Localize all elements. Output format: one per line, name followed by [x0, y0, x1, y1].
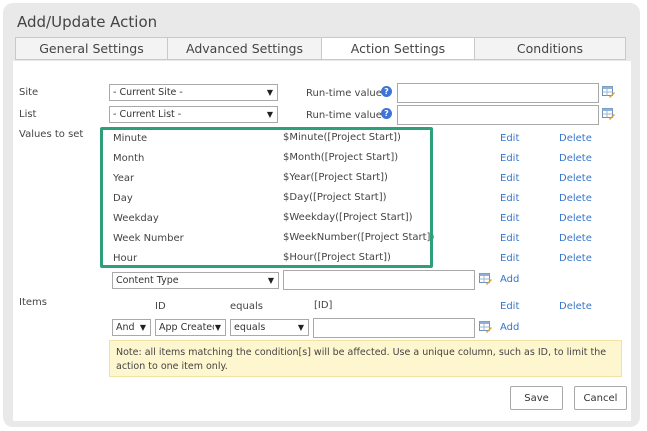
- delete-link[interactable]: Delete: [559, 173, 592, 184]
- join-select[interactable]: And ▼: [112, 319, 151, 336]
- list-label: List: [19, 109, 37, 120]
- operator-select-value: equals: [234, 322, 266, 333]
- table-picker-icon[interactable]: [479, 321, 492, 333]
- dialog-title: Add/Update Action: [17, 13, 158, 31]
- delete-link[interactable]: Delete: [559, 213, 592, 224]
- item-field-select-value: App Created: [159, 322, 219, 333]
- tab-action-settings[interactable]: Action Settings: [321, 37, 475, 60]
- operator-select[interactable]: equals ▼: [230, 319, 309, 336]
- item-condition-operator: equals: [230, 301, 263, 312]
- cancel-button[interactable]: Cancel: [574, 386, 627, 410]
- table-picker-icon[interactable]: [602, 86, 615, 98]
- dropdown-arrow-icon: ▼: [266, 88, 273, 97]
- add-condition-link[interactable]: Add: [500, 322, 519, 333]
- delete-link[interactable]: Delete: [559, 133, 592, 144]
- site-select[interactable]: - Current Site - ▼: [109, 84, 278, 101]
- join-select-value: And: [116, 322, 135, 333]
- values-to-set-label: Values to set: [19, 129, 84, 140]
- list-select-value: - Current List -: [113, 109, 182, 120]
- dropdown-arrow-icon: ▼: [267, 276, 274, 285]
- highlight-box: [100, 127, 433, 268]
- edit-link[interactable]: Edit: [500, 133, 519, 144]
- list-runtime-label: Run-time value: [306, 110, 382, 121]
- tab-general-settings[interactable]: General Settings: [15, 37, 168, 60]
- edit-link[interactable]: Edit: [500, 193, 519, 204]
- delete-link[interactable]: Delete: [559, 153, 592, 164]
- dropdown-arrow-icon: ▼: [297, 323, 304, 332]
- delete-link[interactable]: Delete: [559, 193, 592, 204]
- edit-link[interactable]: Edit: [500, 253, 519, 264]
- new-field-select[interactable]: Content Type ▼: [112, 272, 279, 289]
- dropdown-arrow-icon: ▼: [139, 323, 146, 332]
- site-select-value: - Current Site -: [113, 87, 183, 98]
- edit-link[interactable]: Edit: [500, 173, 519, 184]
- item-value-input[interactable]: [313, 318, 475, 338]
- new-value-input[interactable]: [283, 270, 475, 290]
- edit-link[interactable]: Edit: [500, 233, 519, 244]
- question-circle-icon[interactable]: ?: [381, 86, 392, 97]
- delete-link[interactable]: Delete: [559, 301, 592, 312]
- item-condition-value: [ID]: [314, 300, 333, 311]
- site-runtime-input[interactable]: [397, 83, 599, 103]
- question-circle-icon[interactable]: ?: [381, 108, 392, 119]
- table-picker-icon[interactable]: [602, 108, 615, 120]
- new-field-select-value: Content Type: [116, 275, 179, 286]
- edit-link[interactable]: Edit: [500, 301, 519, 312]
- items-label: Items: [19, 297, 47, 308]
- dropdown-arrow-icon: ▼: [213, 320, 221, 335]
- item-field-select[interactable]: App Created ▼: [155, 319, 226, 336]
- save-button[interactable]: Save: [510, 386, 563, 410]
- table-picker-icon[interactable]: [479, 273, 492, 285]
- edit-link[interactable]: Edit: [500, 153, 519, 164]
- item-condition-field: ID: [155, 301, 166, 312]
- add-value-link[interactable]: Add: [500, 274, 519, 285]
- list-select[interactable]: - Current List - ▼: [109, 106, 278, 123]
- dropdown-arrow-icon: ▼: [266, 110, 273, 119]
- tab-conditions[interactable]: Conditions: [474, 37, 626, 60]
- site-label: Site: [19, 87, 39, 98]
- delete-link[interactable]: Delete: [559, 253, 592, 264]
- site-runtime-label: Run-time value: [306, 88, 382, 99]
- tab-advanced-settings[interactable]: Advanced Settings: [167, 37, 322, 60]
- info-note: Note: all items matching the condition[s…: [109, 340, 622, 377]
- edit-link[interactable]: Edit: [500, 213, 519, 224]
- list-runtime-input[interactable]: [397, 105, 599, 125]
- delete-link[interactable]: Delete: [559, 233, 592, 244]
